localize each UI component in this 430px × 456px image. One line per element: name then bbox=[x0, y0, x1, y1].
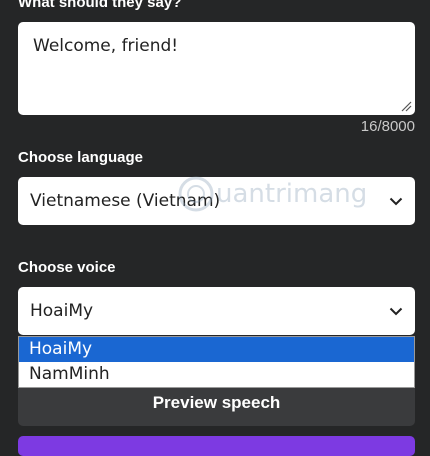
chevron-down-icon bbox=[389, 307, 403, 315]
voice-option-namminh[interactable]: NamMinh bbox=[19, 362, 414, 387]
character-counter: 16/8000 bbox=[360, 118, 415, 135]
message-text: Welcome, friend! bbox=[33, 36, 179, 56]
voice-label: Choose voice bbox=[18, 259, 116, 276]
primary-action-button[interactable] bbox=[18, 436, 415, 456]
watermark: uantrimang bbox=[176, 174, 367, 214]
resize-handle-icon[interactable] bbox=[400, 100, 412, 112]
message-label: What should they say? bbox=[18, 0, 182, 11]
chevron-down-icon bbox=[389, 197, 403, 205]
voice-selected-value: HoaiMy bbox=[30, 301, 94, 321]
language-label: Choose language bbox=[18, 149, 144, 166]
watermark-text: uantrimang bbox=[216, 179, 368, 209]
message-textarea[interactable]: Welcome, friend! bbox=[18, 22, 415, 115]
voice-dropdown-list: HoaiMy NamMinh bbox=[18, 336, 415, 388]
voice-select[interactable]: HoaiMy bbox=[18, 287, 415, 335]
watermark-logo-icon bbox=[178, 176, 214, 212]
voice-option-hoaimy[interactable]: HoaiMy bbox=[19, 337, 414, 362]
